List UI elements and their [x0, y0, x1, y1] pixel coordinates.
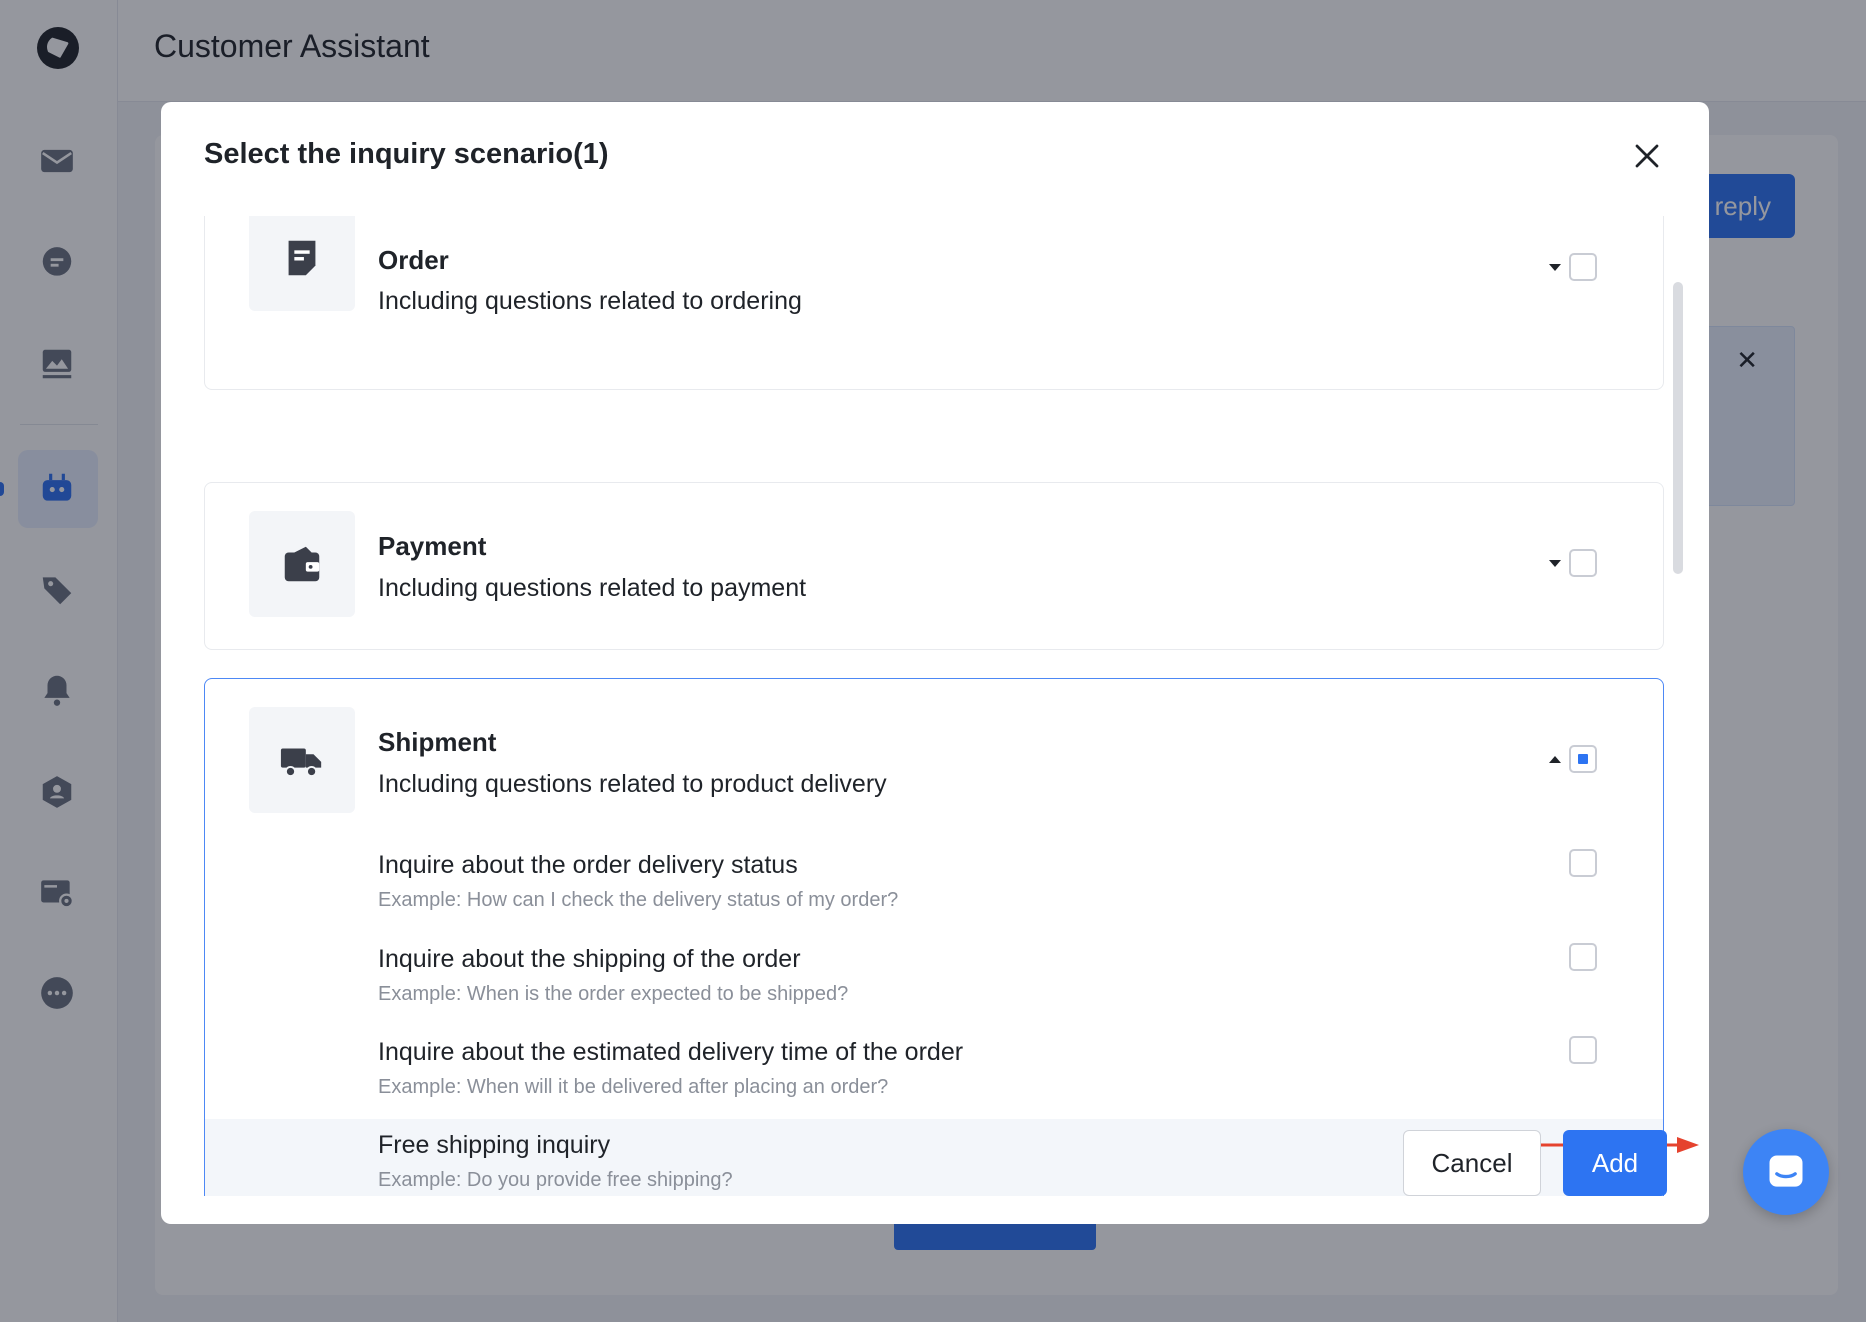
scenario-example: Example: When is the order expected to b…	[378, 983, 849, 1005]
modal-close-button[interactable]	[1629, 138, 1665, 174]
chat-support-button[interactable]	[1743, 1129, 1829, 1215]
category-icon-box	[249, 707, 355, 813]
wallet-icon	[284, 546, 320, 582]
category-description: Including questions related to payment	[378, 574, 807, 602]
scenario-checkbox[interactable]	[1569, 849, 1597, 877]
category-title: Payment	[378, 531, 487, 561]
expand-toggle[interactable]	[1545, 257, 1565, 277]
chevron-down-icon	[1549, 263, 1561, 271]
category-description: Including questions related to ordering	[378, 287, 802, 315]
scenario-title: Inquire about the estimated delivery tim…	[378, 1038, 964, 1066]
document-icon	[288, 240, 316, 276]
category-description: Including questions related to product d…	[378, 770, 887, 798]
scenario-checkbox[interactable]	[1569, 943, 1597, 971]
scenario-title: Free shipping inquiry	[378, 1131, 611, 1159]
chat-bubble-icon	[1769, 1155, 1803, 1187]
close-icon	[1635, 144, 1659, 168]
category-icon-box	[249, 216, 355, 311]
list-item[interactable]: Inquire about the shipping of the order …	[205, 933, 1663, 1027]
inquiry-scenario-modal: Select the inquiry scenario(1) Order Inc…	[161, 102, 1709, 1224]
scenario-example: Example: Do you provide free shipping?	[378, 1169, 733, 1191]
category-checkbox[interactable]	[1569, 549, 1597, 577]
chevron-up-icon	[1549, 755, 1561, 763]
category-card-order[interactable]: Order Including questions related to ord…	[204, 216, 1664, 390]
category-checkbox[interactable]	[1569, 745, 1597, 773]
list-item[interactable]: Inquire about the order delivery status …	[205, 839, 1663, 933]
category-title: Order	[378, 245, 449, 275]
list-item[interactable]: Inquire about the estimated delivery tim…	[205, 1026, 1663, 1120]
scenario-example: Example: How can I check the delivery st…	[378, 889, 899, 911]
scenario-list[interactable]: Order Including questions related to ord…	[204, 216, 1664, 1196]
truck-icon	[280, 748, 322, 778]
add-button[interactable]: Add	[1563, 1130, 1667, 1196]
scenario-title: Inquire about the shipping of the order	[378, 945, 801, 973]
scenario-title: Inquire about the order delivery status	[378, 851, 798, 879]
modal-title: Select the inquiry scenario(1)	[204, 138, 609, 170]
expand-toggle[interactable]	[1545, 553, 1565, 573]
scrollbar-thumb[interactable]	[1673, 282, 1683, 574]
chevron-down-icon	[1549, 559, 1561, 567]
category-card-shipment[interactable]: Shipment Including questions related to …	[204, 678, 1664, 1196]
scenario-checkbox[interactable]	[1569, 1036, 1597, 1064]
category-title: Shipment	[378, 727, 497, 757]
category-icon-box	[249, 511, 355, 617]
collapse-toggle[interactable]	[1545, 749, 1565, 769]
category-card-payment[interactable]: Payment Including questions related to p…	[204, 482, 1664, 650]
scenario-example: Example: When will it be delivered after…	[378, 1076, 889, 1098]
category-checkbox[interactable]	[1569, 253, 1597, 281]
cancel-button[interactable]: Cancel	[1403, 1130, 1541, 1196]
